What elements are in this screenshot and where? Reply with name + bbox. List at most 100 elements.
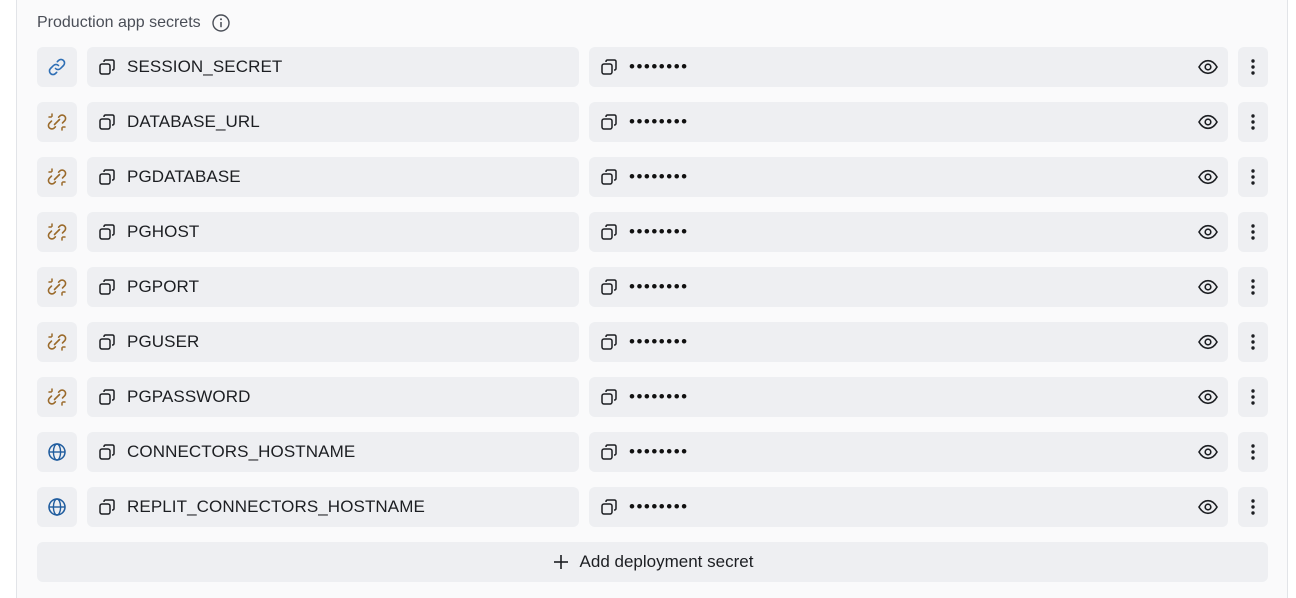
copy-icon[interactable] xyxy=(599,167,619,187)
copy-icon[interactable] xyxy=(599,497,619,517)
unlink-icon xyxy=(46,111,68,133)
eye-icon[interactable] xyxy=(1196,440,1220,464)
secret-value-text: •••••••• xyxy=(629,222,689,241)
copy-icon[interactable] xyxy=(599,277,619,297)
secret-type-button[interactable] xyxy=(37,102,77,142)
secret-key-text: CONNECTORS_HOSTNAME xyxy=(127,442,356,461)
secret-key-field[interactable]: SESSION_SECRET xyxy=(87,47,579,87)
secret-value-text: •••••••• xyxy=(629,167,689,186)
eye-icon[interactable] xyxy=(1196,165,1220,189)
secret-row: SESSION_SECRET •••••••• xyxy=(37,47,1268,87)
eye-icon[interactable] xyxy=(1196,495,1220,519)
unlink-icon xyxy=(46,276,68,298)
secret-value-field[interactable]: •••••••• xyxy=(589,157,1228,197)
secret-type-button[interactable] xyxy=(37,377,77,417)
globe-icon xyxy=(46,496,68,518)
eye-icon[interactable] xyxy=(1196,330,1220,354)
more-options-button[interactable] xyxy=(1238,102,1268,142)
secret-key-text: PGHOST xyxy=(127,222,200,241)
link-icon xyxy=(46,56,68,78)
copy-icon[interactable] xyxy=(97,277,117,297)
secret-row: PGDATABASE •••••••• xyxy=(37,157,1268,197)
secret-value-text: •••••••• xyxy=(629,497,689,516)
copy-icon[interactable] xyxy=(97,442,117,462)
copy-icon[interactable] xyxy=(97,387,117,407)
secret-key-field[interactable]: PGDATABASE xyxy=(87,157,579,197)
secret-row: PGHOST •••••••• xyxy=(37,212,1268,252)
copy-icon[interactable] xyxy=(97,167,117,187)
eye-icon[interactable] xyxy=(1196,385,1220,409)
secret-row: PGUSER •••••••• xyxy=(37,322,1268,362)
secret-key-field[interactable]: PGPASSWORD xyxy=(87,377,579,417)
more-options-button[interactable] xyxy=(1238,322,1268,362)
more-options-button[interactable] xyxy=(1238,487,1268,527)
section-title: Production app secrets xyxy=(37,14,201,31)
secret-type-button[interactable] xyxy=(37,487,77,527)
secret-type-button[interactable] xyxy=(37,267,77,307)
plus-icon xyxy=(552,553,570,571)
more-options-button[interactable] xyxy=(1238,267,1268,307)
secret-key-text: SESSION_SECRET xyxy=(127,57,283,76)
secret-value-field[interactable]: •••••••• xyxy=(589,487,1228,527)
info-icon[interactable] xyxy=(211,13,231,33)
unlink-icon xyxy=(46,221,68,243)
secret-type-button[interactable] xyxy=(37,432,77,472)
more-options-button[interactable] xyxy=(1238,157,1268,197)
secret-key-field[interactable]: CONNECTORS_HOSTNAME xyxy=(87,432,579,472)
secret-value-field[interactable]: •••••••• xyxy=(589,47,1228,87)
more-vertical-icon xyxy=(1250,497,1256,517)
add-deployment-secret-label: Add deployment secret xyxy=(579,552,754,571)
secret-key-text: REPLIT_CONNECTORS_HOSTNAME xyxy=(127,497,425,516)
secret-value-field[interactable]: •••••••• xyxy=(589,212,1228,252)
secret-value-text: •••••••• xyxy=(629,112,689,131)
secret-type-button[interactable] xyxy=(37,157,77,197)
secret-key-field[interactable]: PGHOST xyxy=(87,212,579,252)
copy-icon[interactable] xyxy=(599,387,619,407)
secret-type-button[interactable] xyxy=(37,212,77,252)
copy-icon[interactable] xyxy=(599,57,619,77)
more-options-button[interactable] xyxy=(1238,432,1268,472)
eye-icon[interactable] xyxy=(1196,220,1220,244)
copy-icon[interactable] xyxy=(97,222,117,242)
secret-value-field[interactable]: •••••••• xyxy=(589,267,1228,307)
secret-key-field[interactable]: DATABASE_URL xyxy=(87,102,579,142)
secret-row: REPLIT_CONNECTORS_HOSTNAME •••••••• xyxy=(37,487,1268,527)
secret-value-field[interactable]: •••••••• xyxy=(589,102,1228,142)
secret-value-text: •••••••• xyxy=(629,277,689,296)
copy-icon[interactable] xyxy=(97,332,117,352)
secret-row: CONNECTORS_HOSTNAME •••••••• xyxy=(37,432,1268,472)
more-options-button[interactable] xyxy=(1238,212,1268,252)
secret-key-field[interactable]: PGPORT xyxy=(87,267,579,307)
secret-value-field[interactable]: •••••••• xyxy=(589,432,1228,472)
secret-key-field[interactable]: PGUSER xyxy=(87,322,579,362)
more-vertical-icon xyxy=(1250,442,1256,462)
more-vertical-icon xyxy=(1250,222,1256,242)
more-options-button[interactable] xyxy=(1238,47,1268,87)
secret-value-field[interactable]: •••••••• xyxy=(589,377,1228,417)
eye-icon[interactable] xyxy=(1196,110,1220,134)
eye-icon[interactable] xyxy=(1196,275,1220,299)
secrets-list: SESSION_SECRET •••••••• DATABASE_URL •••… xyxy=(37,47,1268,542)
unlink-icon xyxy=(46,386,68,408)
secret-key-text: PGUSER xyxy=(127,332,200,351)
eye-icon[interactable] xyxy=(1196,55,1220,79)
copy-icon[interactable] xyxy=(599,222,619,242)
secret-key-text: PGDATABASE xyxy=(127,167,241,186)
more-vertical-icon xyxy=(1250,167,1256,187)
secret-value-text: •••••••• xyxy=(629,57,689,76)
copy-icon[interactable] xyxy=(599,112,619,132)
add-deployment-secret-button[interactable]: Add deployment secret xyxy=(37,542,1268,582)
secret-value-field[interactable]: •••••••• xyxy=(589,322,1228,362)
copy-icon[interactable] xyxy=(97,497,117,517)
secret-type-button[interactable] xyxy=(37,47,77,87)
copy-icon[interactable] xyxy=(97,112,117,132)
secret-type-button[interactable] xyxy=(37,322,77,362)
more-options-button[interactable] xyxy=(1238,377,1268,417)
unlink-icon xyxy=(46,166,68,188)
copy-icon[interactable] xyxy=(599,332,619,352)
copy-icon[interactable] xyxy=(599,442,619,462)
secret-key-field[interactable]: REPLIT_CONNECTORS_HOSTNAME xyxy=(87,487,579,527)
secrets-panel: Production app secrets SESSION_SECRET ••… xyxy=(16,0,1288,598)
secret-value-text: •••••••• xyxy=(629,332,689,351)
copy-icon[interactable] xyxy=(97,57,117,77)
